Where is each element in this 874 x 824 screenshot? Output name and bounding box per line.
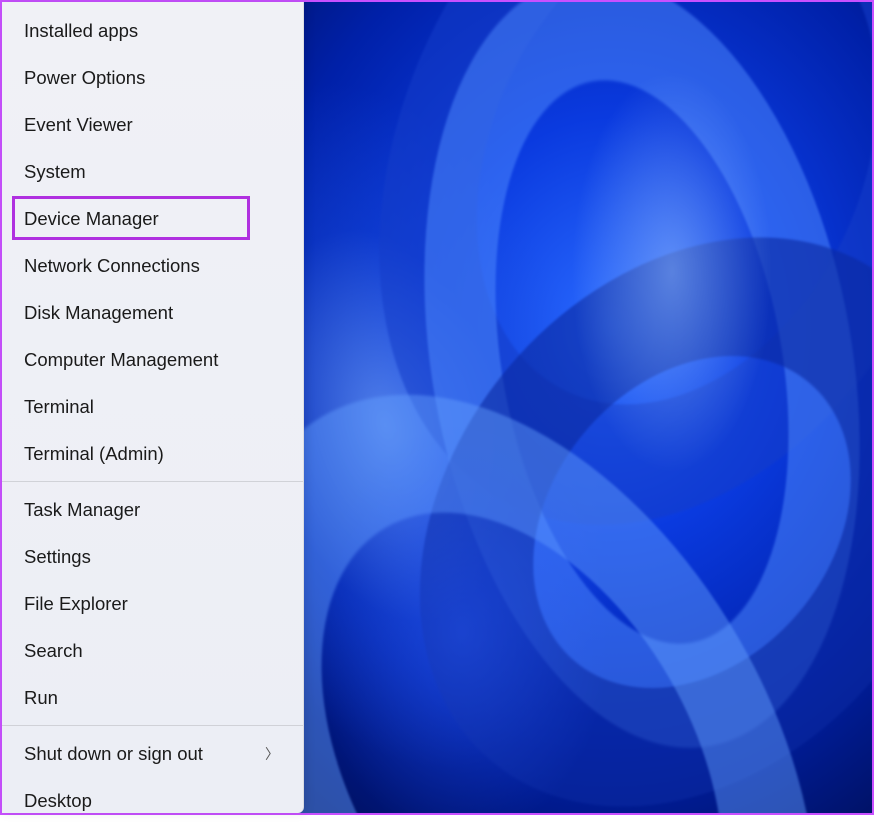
menu-item-label: Network Connections — [24, 255, 200, 277]
menu-item-label: Settings — [24, 546, 91, 568]
menu-item-desktop[interactable]: Desktop — [2, 777, 303, 824]
menu-item-disk-management[interactable]: Disk Management — [2, 289, 303, 336]
menu-item-run[interactable]: Run — [2, 674, 303, 721]
menu-item-system[interactable]: System — [2, 148, 303, 195]
menu-item-device-manager[interactable]: Device Manager — [2, 195, 303, 242]
menu-item-search[interactable]: Search — [2, 627, 303, 674]
menu-item-label: Desktop — [24, 790, 92, 812]
chevron-right-icon: 〉 — [265, 744, 279, 764]
menu-divider — [2, 481, 303, 482]
menu-item-event-viewer[interactable]: Event Viewer — [2, 101, 303, 148]
menu-item-label: Terminal (Admin) — [24, 443, 164, 465]
menu-item-computer-management[interactable]: Computer Management — [2, 336, 303, 383]
menu-item-power-options[interactable]: Power Options — [2, 54, 303, 101]
menu-item-file-explorer[interactable]: File Explorer — [2, 580, 303, 627]
menu-item-terminal-admin[interactable]: Terminal (Admin) — [2, 430, 303, 477]
menu-item-shut-down-or-sign-out[interactable]: Shut down or sign out 〉 — [2, 730, 303, 777]
menu-item-label: File Explorer — [24, 593, 128, 615]
menu-item-label: Event Viewer — [24, 114, 133, 136]
menu-item-terminal[interactable]: Terminal — [2, 383, 303, 430]
menu-item-label: Disk Management — [24, 302, 173, 324]
menu-item-installed-apps[interactable]: Installed apps — [2, 7, 303, 54]
menu-divider — [2, 725, 303, 726]
menu-item-label: Run — [24, 687, 58, 709]
menu-item-label: Device Manager — [24, 208, 159, 230]
menu-item-label: Terminal — [24, 396, 94, 418]
menu-item-label: System — [24, 161, 86, 183]
menu-item-label: Installed apps — [24, 20, 138, 42]
menu-item-label: Shut down or sign out — [24, 743, 203, 765]
menu-item-label: Task Manager — [24, 499, 140, 521]
menu-item-network-connections[interactable]: Network Connections — [2, 242, 303, 289]
menu-item-task-manager[interactable]: Task Manager — [2, 486, 303, 533]
menu-item-label: Search — [24, 640, 83, 662]
menu-item-label: Power Options — [24, 67, 145, 89]
menu-item-label: Computer Management — [24, 349, 218, 371]
winx-context-menu: Installed apps Power Options Event Viewe… — [2, 2, 304, 813]
menu-item-settings[interactable]: Settings — [2, 533, 303, 580]
